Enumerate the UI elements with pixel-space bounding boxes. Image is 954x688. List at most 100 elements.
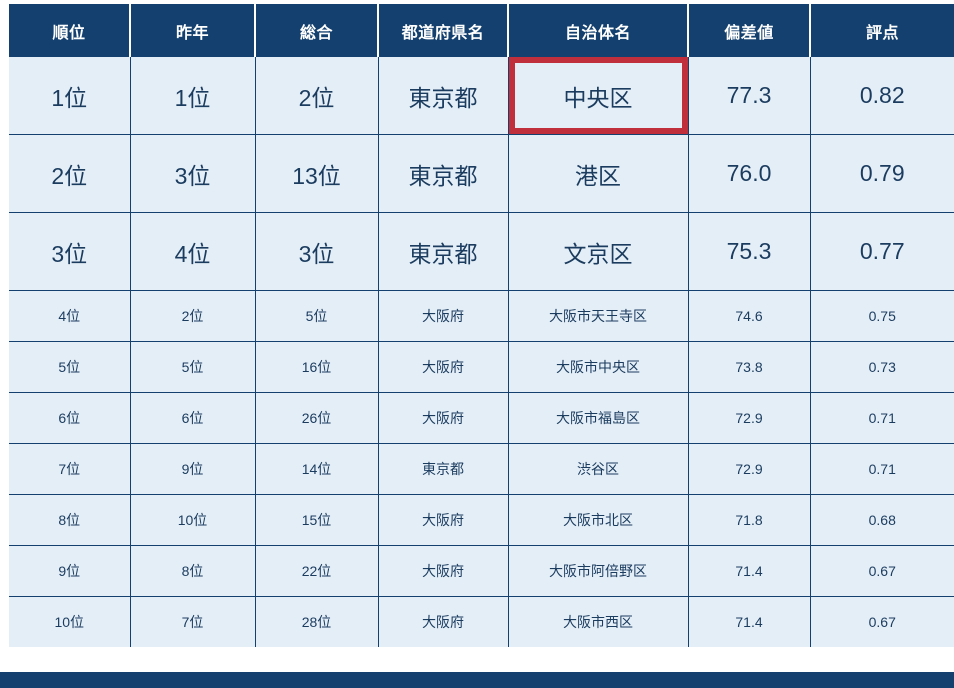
cell-municipality: 大阪市福島区: [508, 392, 689, 444]
cell-municipality-highlighted: 中央区: [508, 57, 689, 135]
cell-value: 東京都: [408, 240, 478, 267]
table-row: 7位 9位 14位 東京都 渋谷区 72.9 0.71: [9, 443, 954, 495]
cell-value: 28位: [301, 614, 332, 630]
cell-deviation: 77.3: [688, 57, 811, 135]
table-header: 順位 昨年 総合 都道府県名 自治体名 偏差値 評点: [9, 4, 954, 57]
cell-score: 0.67: [810, 596, 954, 647]
table-row: 4位 2位 5位 大阪府 大阪市天王寺区 74.6 0.75: [9, 290, 954, 342]
cell-value: 75.3: [726, 238, 772, 264]
table-row: 5位 5位 16位 大阪府 大阪市中央区 73.8 0.73: [9, 341, 954, 393]
cell-rank: 7位: [9, 443, 131, 495]
cell-value: 東京都: [422, 461, 464, 477]
cell-deviation: 71.4: [688, 545, 811, 597]
cell-value: 中央区: [508, 57, 688, 134]
cell-value: 大阪府: [422, 512, 464, 528]
cell-total: 3位: [255, 212, 379, 291]
table-header-row: 順位 昨年 総合 都道府県名 自治体名 偏差値 評点: [9, 4, 954, 57]
column-header-municipality[interactable]: 自治体名: [508, 4, 689, 57]
cell-municipality: 港区: [508, 134, 689, 213]
cell-value: 大阪市西区: [563, 614, 633, 630]
cell-last-year: 4位: [130, 212, 256, 291]
cell-value: 東京都: [408, 162, 478, 189]
cell-municipality: 大阪市天王寺区: [508, 290, 689, 342]
column-header-prefecture[interactable]: 都道府県名: [378, 4, 509, 57]
cell-score: 0.68: [810, 494, 954, 546]
cell-deviation: 71.4: [688, 596, 811, 647]
cell-total: 28位: [255, 596, 379, 647]
column-header-score[interactable]: 評点: [810, 4, 954, 57]
cell-value: 9位: [58, 563, 81, 579]
cell-value: 1位: [174, 84, 211, 111]
cell-score: 0.75: [810, 290, 954, 342]
cell-prefecture: 東京都: [378, 212, 509, 291]
cell-value: 7位: [58, 461, 81, 477]
cell-last-year: 9位: [130, 443, 256, 495]
cell-value: 東京都: [408, 84, 478, 111]
cell-total: 5位: [255, 290, 379, 342]
cell-rank: 8位: [9, 494, 131, 546]
cell-score: 0.67: [810, 545, 954, 597]
table-row: 6位 6位 26位 大阪府 大阪市福島区 72.9 0.71: [9, 392, 954, 444]
cell-rank: 1位: [9, 57, 131, 135]
cell-value: 76.0: [726, 160, 772, 186]
cell-value: 9位: [181, 461, 204, 477]
cell-value: 0.68: [868, 512, 896, 528]
cell-prefecture: 東京都: [378, 443, 509, 495]
ranking-table-container: 順位 昨年 総合 都道府県名 自治体名 偏差値 評点 1位 1位 2位 東京都 中央区 7…: [0, 0, 954, 688]
cell-municipality: 文京区: [508, 212, 689, 291]
cell-total: 13位: [255, 134, 379, 213]
cell-score: 0.77: [810, 212, 954, 291]
cell-deviation: 76.0: [688, 134, 811, 213]
cell-rank: 3位: [9, 212, 131, 291]
cell-value: 6位: [58, 410, 81, 426]
cell-rank: 9位: [9, 545, 131, 597]
cell-municipality: 大阪市中央区: [508, 341, 689, 393]
table-row: 10位 7位 28位 大阪府 大阪市西区 71.4 0.67: [9, 596, 954, 647]
cell-value: 71.4: [735, 563, 763, 579]
cell-score: 0.71: [810, 443, 954, 495]
cell-rank: 4位: [9, 290, 131, 342]
cell-rank: 6位: [9, 392, 131, 444]
cell-value: 0.73: [868, 359, 896, 375]
column-header-deviation[interactable]: 偏差値: [688, 4, 811, 57]
table-row: 3位 4位 3位 東京都 文京区 75.3 0.77: [9, 212, 954, 291]
table-row: 2位 3位 13位 東京都 港区 76.0 0.79: [9, 134, 954, 213]
cell-total: 2位: [255, 57, 379, 135]
cell-value: 4位: [174, 240, 211, 267]
cell-score: 0.71: [810, 392, 954, 444]
cell-value: 14位: [301, 461, 332, 477]
cell-value: 10位: [177, 512, 208, 528]
cell-value: 0.67: [868, 563, 896, 579]
cell-value: 0.71: [868, 461, 896, 477]
table-row: 8位 10位 15位 大阪府 大阪市北区 71.8 0.68: [9, 494, 954, 546]
cell-value: 7位: [181, 614, 204, 630]
bottom-accent-bar: [0, 672, 954, 688]
cell-last-year: 1位: [130, 57, 256, 135]
cell-score: 0.82: [810, 57, 954, 135]
cell-last-year: 5位: [130, 341, 256, 393]
cell-municipality: 大阪市西区: [508, 596, 689, 647]
cell-last-year: 6位: [130, 392, 256, 444]
cell-deviation: 73.8: [688, 341, 811, 393]
cell-value: 13位: [292, 162, 341, 189]
cell-score: 0.79: [810, 134, 954, 213]
cell-value: 港区: [575, 162, 621, 189]
column-header-last-year[interactable]: 昨年: [130, 4, 256, 57]
cell-value: 大阪市福島区: [556, 410, 640, 426]
cell-last-year: 8位: [130, 545, 256, 597]
column-header-rank[interactable]: 順位: [9, 4, 131, 57]
cell-value: 文京区: [563, 240, 633, 267]
cell-value: 1位: [51, 84, 88, 111]
cell-score: 0.73: [810, 341, 954, 393]
cell-value: 5位: [181, 359, 204, 375]
cell-total: 22位: [255, 545, 379, 597]
cell-value: 2位: [298, 84, 335, 111]
cell-prefecture: 大阪府: [378, 596, 509, 647]
cell-value: 0.77: [859, 238, 905, 264]
cell-value: 0.71: [868, 410, 896, 426]
column-header-total[interactable]: 総合: [255, 4, 379, 57]
cell-municipality: 大阪市北区: [508, 494, 689, 546]
cell-value: 0.67: [868, 614, 896, 630]
cell-prefecture: 大阪府: [378, 341, 509, 393]
cell-value: 8位: [58, 512, 81, 528]
